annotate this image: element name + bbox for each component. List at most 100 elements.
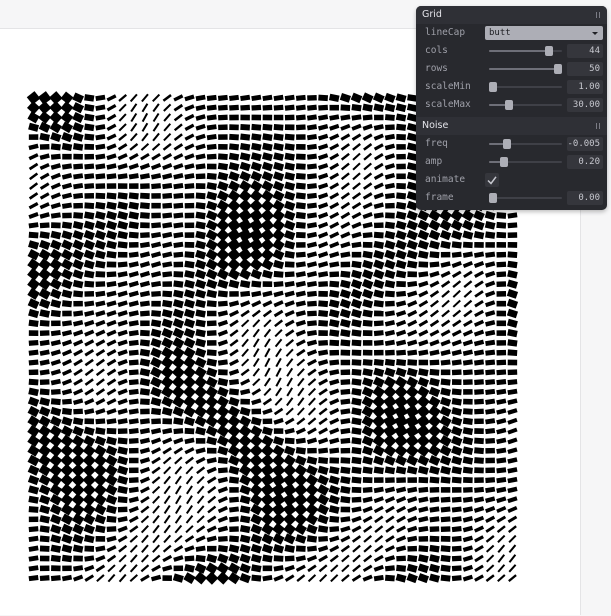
grid-stroke [129,313,138,315]
grid-stroke [497,215,506,216]
grid-stroke [119,546,126,552]
grid-stroke [497,362,506,363]
grid-stroke [229,165,238,167]
grid-stroke [107,274,116,275]
scale-min-slider[interactable] [489,78,562,96]
grid-stroke [497,508,506,512]
grid-stroke [375,507,383,511]
folder-title-noise: Noise [422,120,448,131]
grid-stroke [107,135,116,139]
grid-stroke [463,470,472,471]
grid-stroke [63,497,71,503]
amp-value-field[interactable]: 0.20 [567,155,603,169]
freq-value-field[interactable]: -0.005 [567,137,603,151]
grid-stroke [275,457,282,464]
linecap-select[interactable]: butt [485,26,603,40]
grid-stroke [364,135,372,140]
scale-min-value-field[interactable]: 1.00 [567,80,603,94]
grid-stroke [152,154,160,159]
grid-stroke [330,332,339,333]
grid-stroke [298,369,304,376]
grid-stroke [319,547,328,550]
grid-stroke [52,467,60,473]
grid-stroke [318,107,327,108]
grid-stroke [419,283,428,286]
scale-max-slider[interactable] [489,96,562,114]
grid-stroke [85,224,94,227]
grid-stroke [85,243,94,247]
grid-stroke [241,272,249,276]
grid-stroke [174,410,183,414]
frame-value-field[interactable]: 0.00 [567,191,603,205]
grid-stroke [185,302,194,305]
grid-stroke [29,343,38,344]
grid-stroke [319,263,328,265]
grid-stroke [175,379,182,385]
grid-stroke [275,213,283,219]
grid-stroke [140,313,149,314]
grid-stroke [419,243,428,246]
grid-stroke [352,391,361,393]
frame-slider[interactable] [489,189,562,207]
grid-stroke [341,499,350,500]
grid-stroke [252,156,261,158]
grid-stroke [275,222,283,228]
grid-stroke [51,204,60,207]
grid-stroke [385,185,394,187]
freq-slider[interactable] [489,135,562,153]
grid-stroke [363,439,372,443]
amp-slider[interactable] [489,153,562,171]
grid-stroke [419,548,428,549]
slider-knob[interactable] [489,82,497,92]
grid-stroke [63,282,72,285]
grid-stroke [497,225,506,226]
grid-stroke [397,312,406,315]
grid-stroke [96,341,104,345]
animate-checkbox[interactable] [485,173,499,187]
grid-stroke [207,185,216,187]
grid-stroke [330,381,339,384]
grid-stroke [308,370,316,375]
cols-value-field[interactable]: 44 [567,44,603,58]
grid-stroke [441,244,450,246]
grid-stroke [51,351,60,354]
folder-header-noise[interactable]: Noise [416,117,607,135]
grid-stroke [218,303,227,304]
grid-stroke [442,321,450,326]
grid-stroke [330,174,338,179]
grid-stroke [508,449,517,452]
slider-knob[interactable] [505,100,513,110]
grid-stroke [107,351,115,355]
rows-slider[interactable] [489,60,562,78]
grid-stroke [141,154,149,159]
folder-header-grid[interactable]: Grid [416,6,607,24]
grid-stroke [51,381,60,383]
grid-stroke [30,448,38,453]
grid-stroke [264,486,270,493]
grid-stroke [207,204,216,207]
grid-stroke [174,144,182,149]
grid-stroke [207,127,216,128]
slider-knob[interactable] [500,157,508,167]
grid-stroke [363,273,372,276]
grid-stroke [497,235,506,236]
slider-knob[interactable] [554,64,562,74]
slider-knob[interactable] [545,46,553,56]
slider-knob[interactable] [503,139,511,149]
grid-stroke [196,234,205,236]
rows-value-field[interactable]: 50 [567,62,603,76]
grid-stroke [341,203,349,208]
cols-slider[interactable] [489,42,562,60]
slider-knob[interactable] [489,193,497,203]
grid-stroke [463,460,472,462]
grid-stroke [252,557,261,559]
grid-stroke [118,234,127,236]
grid-stroke [374,498,383,501]
grid-stroke [464,331,473,335]
grid-stroke [219,203,227,208]
scale-max-value-field[interactable]: 30.00 [567,98,603,112]
grid-stroke [453,213,461,218]
grid-stroke [254,241,259,249]
grid-stroke [185,431,194,432]
grid-stroke [118,302,127,305]
